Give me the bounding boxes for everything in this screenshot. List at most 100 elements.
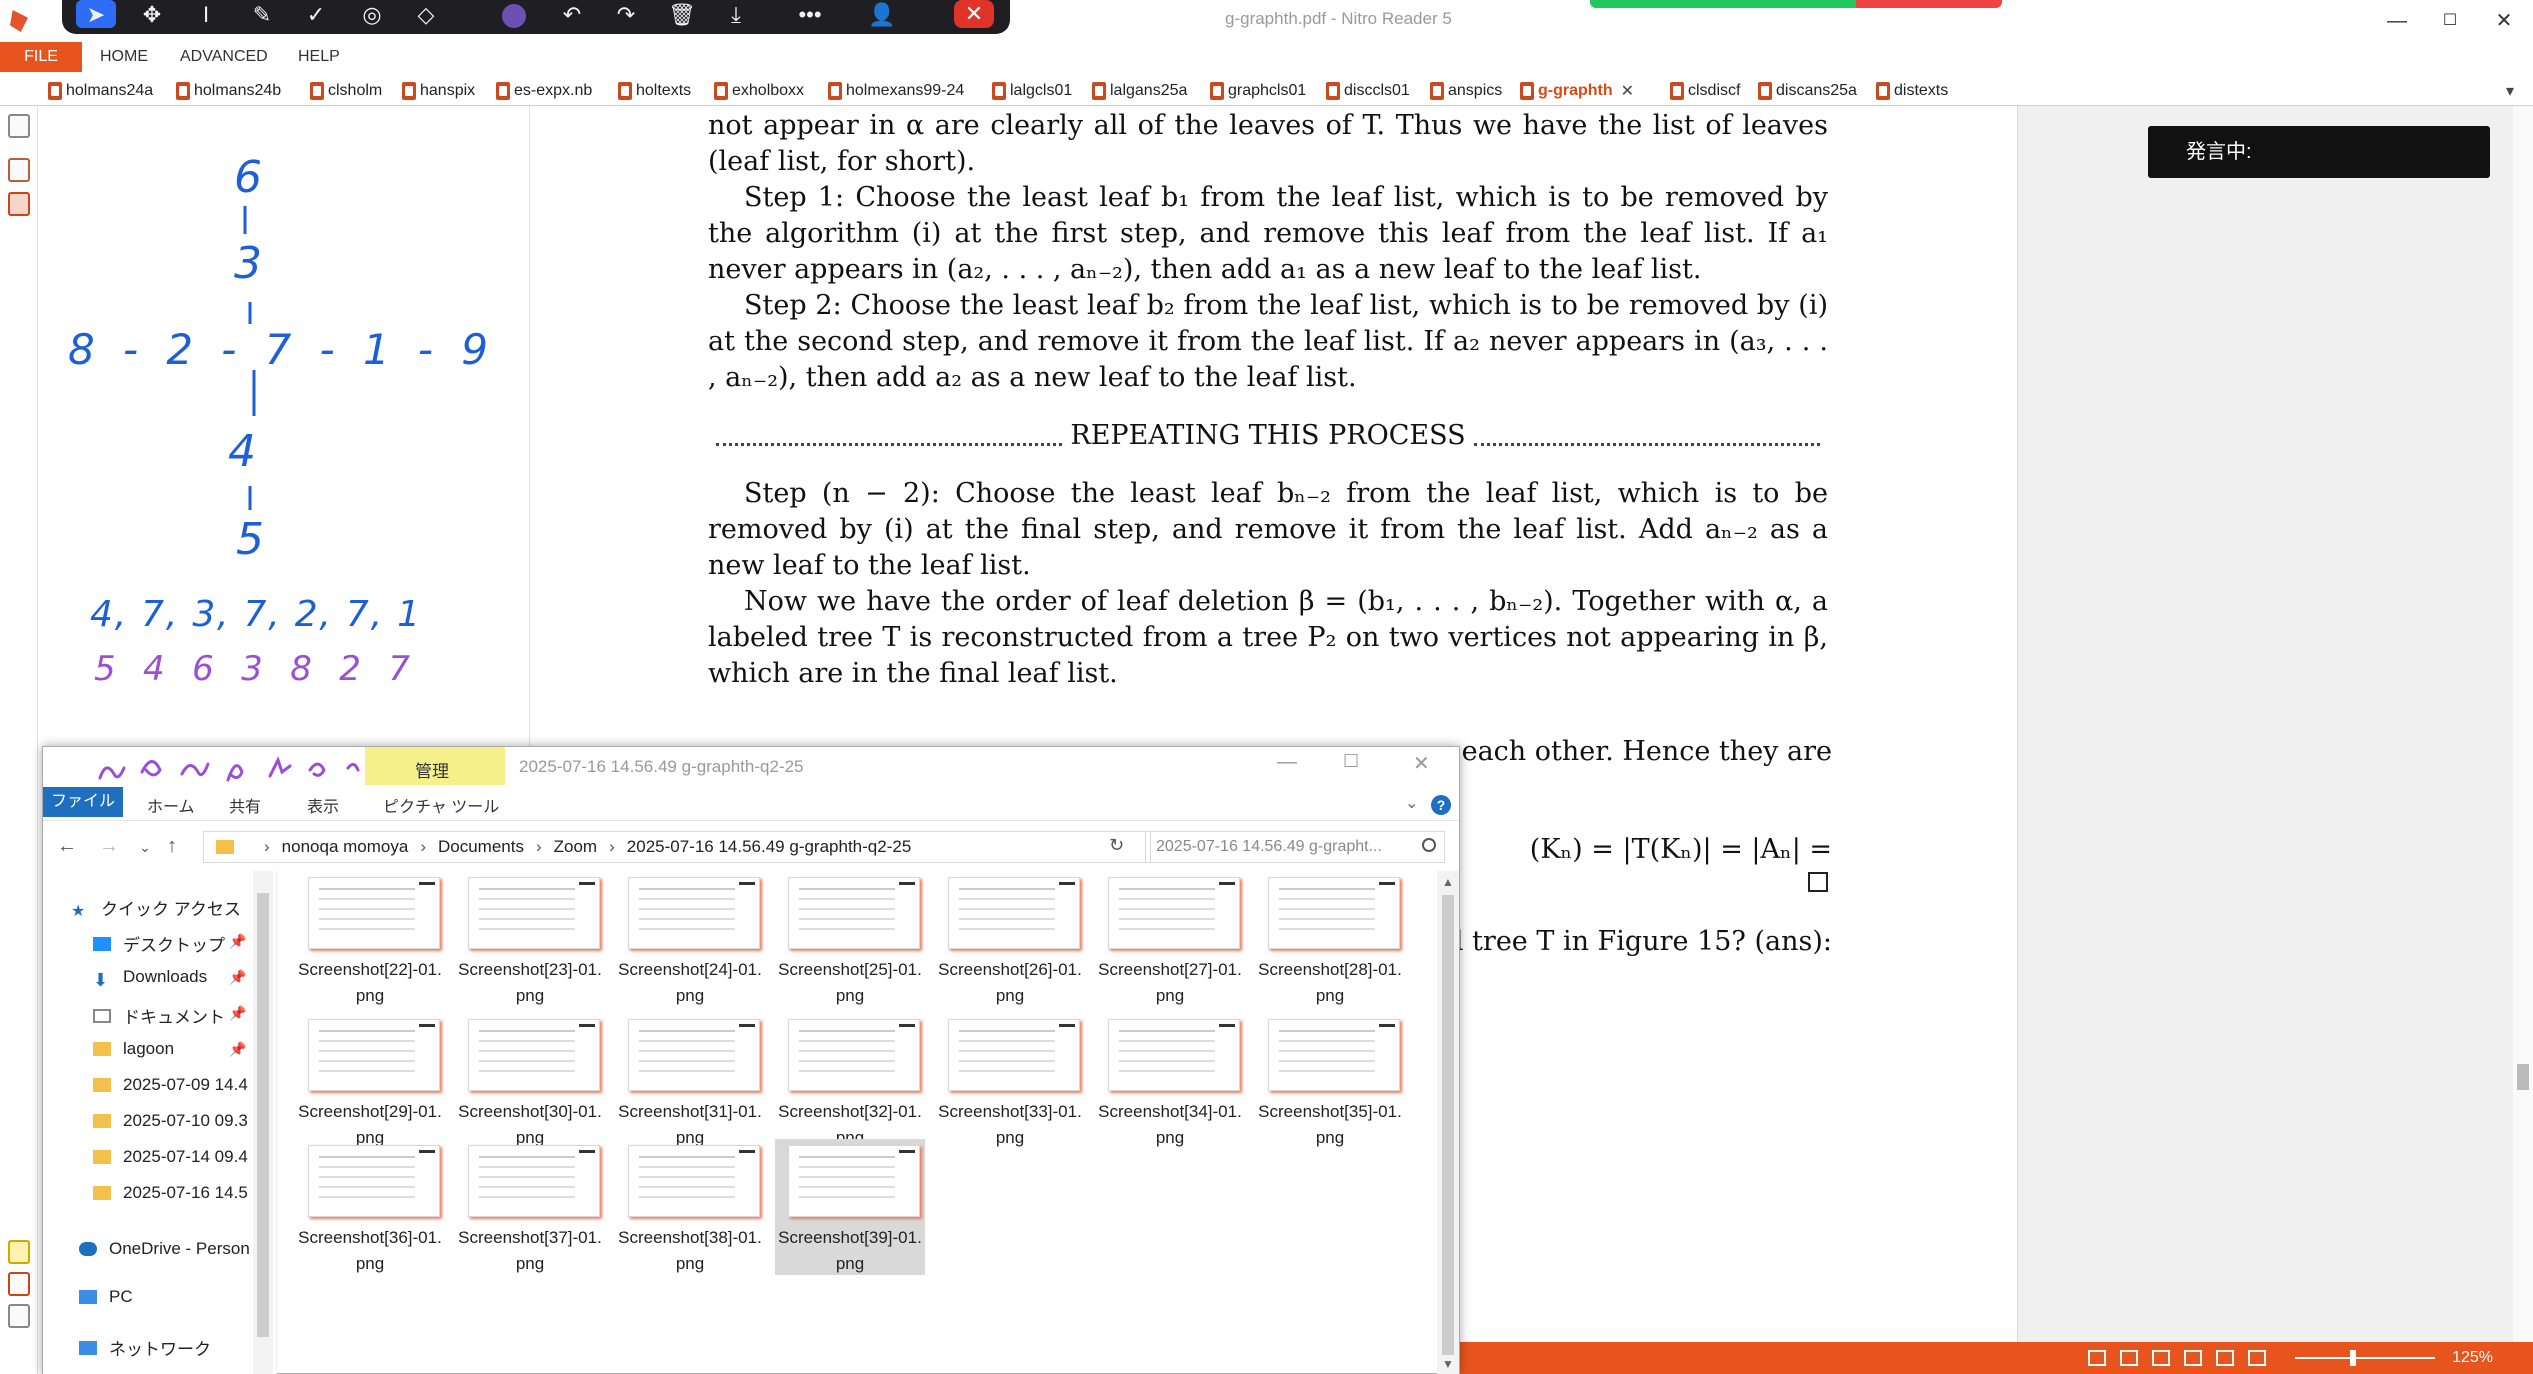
tab-holtexts[interactable]: holtexts — [618, 78, 691, 104]
tab-holmexans99-24[interactable]: holmexans99-24 — [828, 78, 964, 104]
nav-folder-0709[interactable]: 2025-07-09 14.4 — [93, 1075, 251, 1095]
redo-icon[interactable]: ↷ — [606, 0, 646, 30]
tab-lalgans25a[interactable]: lalgans25a — [1092, 78, 1187, 104]
breadcrumb-folder[interactable]: 2025-07-16 14.56.49 g-graphth-q2-25 — [627, 837, 912, 857]
pin-icon[interactable]: 📌 — [229, 969, 246, 986]
tab-clsdiscf[interactable]: clsdiscf — [1670, 78, 1740, 104]
up-arrow-icon[interactable]: ↑ — [167, 835, 177, 858]
tab-discans25a[interactable]: discans25a — [1758, 78, 1857, 104]
tab-anspics[interactable]: anspics — [1430, 78, 1502, 104]
file-item[interactable]: Screenshot[39]-01.png — [775, 1139, 925, 1275]
color-picker-icon[interactable] — [502, 4, 526, 28]
fit-page-icon[interactable] — [2248, 1350, 2266, 1366]
nav-lagoon[interactable]: lagoon — [93, 1039, 174, 1059]
single-page-icon[interactable] — [2088, 1350, 2106, 1366]
nav-scrollbar-thumb[interactable] — [257, 893, 269, 1337]
move-tool-icon[interactable]: ✥ — [132, 0, 172, 30]
tab-distexts[interactable]: distexts — [1876, 78, 1948, 104]
user-icon[interactable]: 👤 — [862, 0, 902, 30]
zoom-level[interactable]: 125% — [2452, 1349, 2493, 1367]
file-item[interactable]: Screenshot[30]-01.png — [455, 1013, 605, 1149]
pin-icon[interactable]: 📌 — [229, 1041, 246, 1058]
file-item[interactable]: Screenshot[23]-01.png — [455, 871, 605, 1007]
menu-help[interactable]: HELP — [298, 48, 340, 66]
file-grid-scrollbar-thumb[interactable] — [1442, 895, 1454, 1355]
pin-icon[interactable]: 📌 — [229, 933, 246, 950]
stamp-tool-icon[interactable]: ◎ — [352, 0, 392, 30]
breadcrumb-documents[interactable]: Documents — [438, 837, 524, 857]
breadcrumb-zoom[interactable]: Zoom — [554, 837, 597, 857]
file-item[interactable]: Screenshot[22]-01.png — [295, 871, 445, 1007]
file-item[interactable]: Screenshot[31]-01.png — [615, 1013, 765, 1149]
tab-disccls01[interactable]: disccls01 — [1326, 78, 1410, 104]
scroll-up-icon[interactable]: ▲ — [1442, 875, 1454, 889]
explorer-minimize-button[interactable]: — — [1277, 751, 1297, 774]
tab-es-expx[interactable]: es-expx.nb — [496, 78, 592, 104]
delete-icon[interactable]: 🗑 — [662, 0, 702, 30]
tab-holmans24b[interactable]: holmans24b — [176, 78, 281, 104]
continuous-icon[interactable] — [2120, 1350, 2138, 1366]
tab-close-icon[interactable]: ✕ — [1621, 81, 1634, 101]
tab-graphcls01[interactable]: graphcls01 — [1210, 78, 1306, 104]
nav-scrollbar[interactable] — [253, 871, 273, 1374]
nav-folder-0716[interactable]: 2025-07-16 14.5 — [93, 1183, 251, 1203]
signatures-icon[interactable] — [8, 1272, 30, 1296]
ribbon-home-tab[interactable]: ホーム — [147, 793, 195, 817]
help-icon[interactable]: ? — [1431, 795, 1451, 815]
comments-icon[interactable] — [8, 1240, 30, 1264]
pin-icon[interactable]: 📌 — [229, 1005, 246, 1022]
file-item[interactable]: Screenshot[35]-01.png — [1255, 1013, 1405, 1149]
file-item[interactable]: Screenshot[37]-01.png — [455, 1139, 605, 1275]
ribbon-file-tab[interactable]: ファイル — [43, 787, 123, 817]
maximize-button[interactable]: ☐ — [2428, 4, 2472, 38]
file-item[interactable]: Screenshot[26]-01.png — [935, 871, 1085, 1007]
tab-g-graphth[interactable]: g-graphth ✕ — [1520, 78, 1634, 104]
facing-continuous-icon[interactable] — [2184, 1350, 2202, 1366]
tab-hanspix[interactable]: hanspix — [402, 78, 475, 104]
file-item[interactable]: Screenshot[32]-01.png — [775, 1013, 925, 1149]
file-item[interactable]: Screenshot[28]-01.png — [1255, 871, 1405, 1007]
pages-icon[interactable] — [8, 114, 30, 138]
nav-folder-0710[interactable]: 2025-07-10 09.3 — [93, 1111, 251, 1131]
undo-icon[interactable]: ↶ — [552, 0, 592, 30]
bookmarks-icon[interactable] — [8, 158, 30, 182]
scrollbar-thumb[interactable] — [2517, 1064, 2529, 1090]
more-icon[interactable]: ••• — [790, 0, 830, 30]
nav-desktop[interactable]: デスクトップ — [93, 931, 225, 956]
refresh-icon[interactable]: ↻ — [1109, 835, 1124, 856]
file-item[interactable]: Screenshot[27]-01.png — [1095, 871, 1245, 1007]
pen-tool-icon[interactable]: ✎ — [242, 0, 282, 30]
file-item[interactable]: Screenshot[34]-01.png — [1095, 1013, 1245, 1149]
address-bar[interactable]: › nonoqa momoya › Documents › Zoom › 202… — [203, 831, 1151, 863]
ribbon-picture-tools-tab[interactable]: ピクチャ ツール — [383, 793, 499, 817]
ribbon-view-tab[interactable]: 表示 — [307, 793, 339, 817]
nav-quick-access[interactable]: ★ クイック アクセス — [71, 895, 241, 920]
recent-dropdown-icon[interactable]: ⌄ — [139, 839, 151, 856]
tab-lalgcls01[interactable]: lalgcls01 — [992, 78, 1072, 104]
attachments-icon[interactable] — [8, 192, 30, 216]
tab-exholboxx[interactable]: exholboxx — [714, 78, 804, 104]
tab-clsholm[interactable]: clsholm — [310, 78, 382, 104]
search-input[interactable]: 2025-07-16 14.56.49 g-grapht... — [1145, 831, 1445, 863]
forward-arrow-icon[interactable]: → — [99, 835, 119, 858]
nav-downloads[interactable]: ⬇ Downloads — [93, 967, 207, 987]
minimize-button[interactable]: — — [2375, 4, 2419, 38]
menu-advanced[interactable]: ADVANCED — [180, 48, 268, 66]
check-tool-icon[interactable]: ✓ — [296, 0, 336, 30]
file-item[interactable]: Screenshot[24]-01.png — [615, 871, 765, 1007]
ribbon-share-tab[interactable]: 共有 — [229, 793, 261, 817]
scroll-down-icon[interactable]: ▼ — [1442, 1357, 1454, 1371]
layers-icon[interactable] — [8, 1304, 30, 1328]
explorer-maximize-button[interactable]: ☐ — [1343, 751, 1359, 772]
file-item[interactable]: Screenshot[36]-01.png — [295, 1139, 445, 1275]
file-item[interactable]: Screenshot[29]-01.png — [295, 1013, 445, 1149]
file-item[interactable]: Screenshot[33]-01.png — [935, 1013, 1085, 1149]
tabs-overflow-icon[interactable]: ▾ — [2506, 78, 2514, 104]
file-item[interactable]: Screenshot[25]-01.png — [775, 871, 925, 1007]
nav-pc[interactable]: PC — [79, 1287, 133, 1307]
nav-folder-0714[interactable]: 2025-07-14 09.4 — [93, 1147, 251, 1167]
facing-icon[interactable] — [2152, 1350, 2170, 1366]
download-icon[interactable]: ⤓ — [716, 0, 756, 30]
text-tool-icon[interactable]: I — [186, 0, 226, 30]
page-scrollbar[interactable] — [2513, 106, 2533, 1342]
